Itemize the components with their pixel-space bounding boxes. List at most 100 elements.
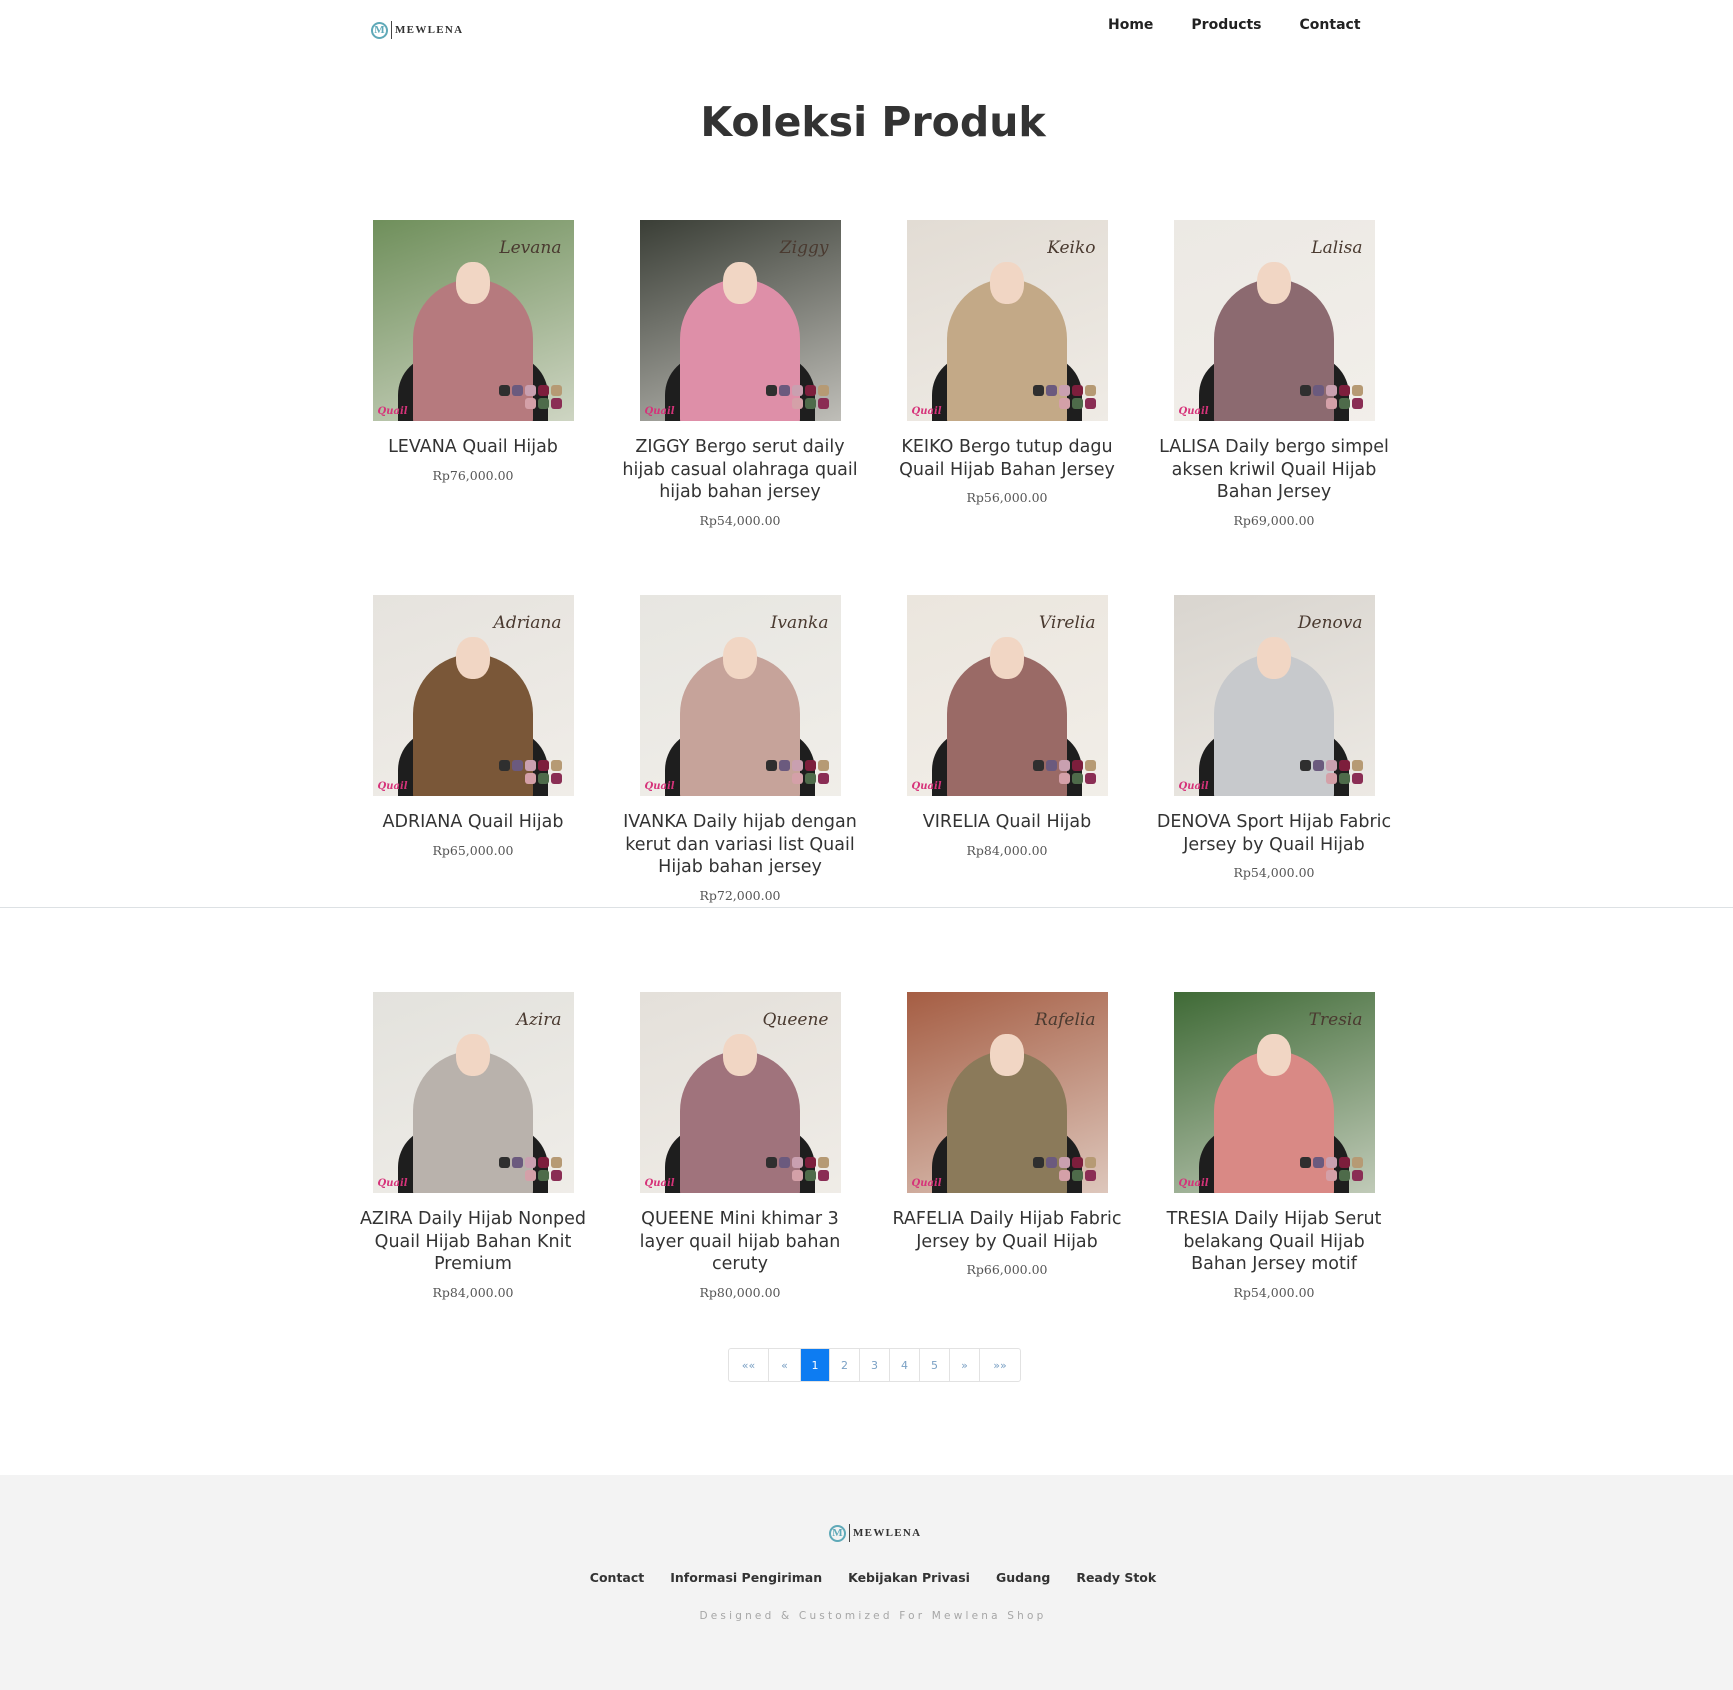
- product-name[interactable]: IVANKA Daily hijab dengan kerut dan vari…: [617, 811, 863, 879]
- brand-label: Quail: [377, 781, 408, 792]
- product-price: Rp84,000.00: [966, 842, 1048, 858]
- color-swatches: [757, 1157, 829, 1181]
- product-name[interactable]: LALISA Daily bergo simpel aksen kriwil Q…: [1151, 436, 1397, 504]
- product-name[interactable]: VIRELIA Quail Hijab: [884, 811, 1130, 834]
- brand-label: Quail: [1178, 781, 1209, 792]
- footer-link-contact[interactable]: Contact: [590, 1570, 644, 1585]
- product-image-label: Rafelia: [1034, 1010, 1096, 1030]
- footer-link-gudang[interactable]: Gudang: [996, 1570, 1050, 1585]
- brand-label: Quail: [911, 1178, 942, 1189]
- product-name[interactable]: ADRIANA Quail Hijab: [350, 811, 596, 834]
- product-image[interactable]: Denova Quail: [1173, 595, 1375, 796]
- product-card[interactable]: Adriana Quail ADRIANA Quail Hijab Rp65,000.…: [350, 595, 596, 858]
- product-name[interactable]: DENOVA Sport Hijab Fabric Jersey by Quai…: [1151, 811, 1397, 856]
- product-card[interactable]: Queene Quail QUEENE Mini khimar 3 layer qu…: [617, 992, 863, 1300]
- product-price: Rp72,000.00: [699, 887, 781, 903]
- logo-divider: [849, 1524, 850, 1542]
- product-card[interactable]: Levana Quail LEVANA Quail Hijab Rp76,000.00: [350, 220, 596, 483]
- product-image-label: Levana: [499, 238, 562, 258]
- product-image[interactable]: Keiko Quail: [906, 220, 1108, 421]
- product-image[interactable]: Queene Quail: [639, 992, 841, 1193]
- product-image-label: Denova: [1297, 613, 1363, 633]
- color-swatches: [1291, 385, 1363, 409]
- product-price: Rp65,000.00: [432, 842, 514, 858]
- product-image-label: Lalisa: [1311, 238, 1363, 258]
- color-swatches: [490, 385, 562, 409]
- product-card[interactable]: Tresia Quail TRESIA Daily Hijab Serut bela…: [1151, 992, 1397, 1300]
- page-2[interactable]: 2: [830, 1349, 860, 1381]
- product-image[interactable]: Adriana Quail: [372, 595, 574, 796]
- product-price: Rp56,000.00: [966, 490, 1048, 505]
- color-swatches: [1291, 760, 1363, 784]
- product-price: Rp80,000.00: [699, 1284, 781, 1300]
- product-card[interactable]: Lalisa Quail LALISA Daily bergo simpel aks…: [1151, 220, 1397, 528]
- color-swatches: [757, 760, 829, 784]
- prev-page-button[interactable]: «: [769, 1349, 801, 1381]
- product-image[interactable]: Rafelia Quail: [906, 992, 1108, 1193]
- page-1[interactable]: 1: [801, 1349, 830, 1381]
- last-page-button[interactable]: »»: [980, 1349, 1020, 1381]
- page-4[interactable]: 4: [890, 1349, 920, 1381]
- product-price: Rp69,000.00: [1233, 512, 1315, 528]
- first-page-button[interactable]: ««: [729, 1349, 769, 1381]
- product-card[interactable]: Ziggy Quail ZIGGY Bergo serut daily hijab …: [617, 220, 863, 528]
- brand-label: Quail: [1178, 406, 1209, 417]
- product-card[interactable]: Ivanka Quail IVANKA Daily hijab dengan ker…: [617, 595, 863, 903]
- footer-link-informasi-pengiriman[interactable]: Informasi Pengiriman: [670, 1570, 822, 1585]
- product-image-label: Tresia: [1308, 1010, 1363, 1030]
- product-name[interactable]: LEVANA Quail Hijab: [350, 436, 596, 459]
- product-image-label: Ivanka: [770, 613, 829, 633]
- footer-credit: Designed & Customized For Mewlena Shop: [699, 1610, 1047, 1622]
- product-image[interactable]: Ivanka Quail: [639, 595, 841, 796]
- product-image[interactable]: Azira Quail: [372, 992, 574, 1193]
- product-image[interactable]: Virelia Quail: [906, 595, 1108, 796]
- product-name[interactable]: TRESIA Daily Hijab Serut belakang Quail …: [1151, 1208, 1397, 1276]
- footer-links: Contact Informasi Pengiriman Kebijakan P…: [0, 1570, 1733, 1585]
- brand-label: Quail: [644, 781, 675, 792]
- next-page-button[interactable]: »: [950, 1349, 980, 1381]
- brand-label: Quail: [377, 406, 408, 417]
- product-card[interactable]: Rafelia Quail RAFELIA Daily Hijab Fabric J…: [884, 992, 1130, 1277]
- brand-label: Quail: [911, 406, 942, 417]
- color-swatches: [490, 760, 562, 784]
- page-3[interactable]: 3: [860, 1349, 890, 1381]
- brand-label: Quail: [377, 1178, 408, 1189]
- pagination: «« «1 2 3 4 5»»»: [728, 1348, 1021, 1382]
- product-image[interactable]: Tresia Quail: [1173, 992, 1375, 1193]
- brand-label: Quail: [644, 1178, 675, 1189]
- product-card[interactable]: Virelia Quail VIRELIA Quail Hijab Rp84,000.…: [884, 595, 1130, 858]
- color-swatches: [1024, 385, 1096, 409]
- color-swatches: [757, 385, 829, 409]
- product-image-label: Ziggy: [779, 238, 829, 258]
- brand-label: Quail: [644, 406, 675, 417]
- product-image-label: Adriana: [493, 613, 562, 633]
- product-price: Rp54,000.00: [699, 512, 781, 528]
- product-image[interactable]: Levana Quail: [372, 220, 574, 421]
- footer-link-ready-stok[interactable]: Ready Stok: [1076, 1570, 1156, 1585]
- product-name[interactable]: ZIGGY Bergo serut daily hijab casual ola…: [617, 436, 863, 504]
- product-name[interactable]: QUEENE Mini khimar 3 layer quail hijab b…: [617, 1208, 863, 1276]
- product-name[interactable]: RAFELIA Daily Hijab Fabric Jersey by Qua…: [884, 1208, 1130, 1253]
- product-image-label: Azira: [516, 1010, 562, 1030]
- section-divider: [0, 907, 1733, 908]
- product-image[interactable]: Ziggy Quail: [639, 220, 841, 421]
- product-price: Rp54,000.00: [1233, 1284, 1315, 1300]
- color-swatches: [1024, 1157, 1096, 1181]
- footer-link-kebijakan-privasi[interactable]: Kebijakan Privasi: [848, 1570, 970, 1585]
- brand-label: Quail: [911, 781, 942, 792]
- product-grid: Levana Quail LEVANA Quail Hijab Rp76,000.00…: [0, 0, 1733, 1340]
- product-card[interactable]: Azira Quail AZIRA Daily Hijab Nonped Quail…: [350, 992, 596, 1300]
- product-card[interactable]: Keiko Quail KEIKO Bergo tutup dagu Quail H…: [884, 220, 1130, 505]
- product-image[interactable]: Lalisa Quail: [1173, 220, 1375, 421]
- page-5[interactable]: 5: [920, 1349, 950, 1381]
- product-image-label: Virelia: [1038, 613, 1096, 633]
- product-card[interactable]: Denova Quail DENOVA Sport Hijab Fabric Jer…: [1151, 595, 1397, 880]
- product-price: Rp84,000.00: [432, 1284, 514, 1300]
- product-name[interactable]: KEIKO Bergo tutup dagu Quail Hijab Bahan…: [884, 436, 1130, 481]
- product-price: Rp66,000.00: [966, 1262, 1048, 1277]
- product-name[interactable]: AZIRA Daily Hijab Nonped Quail Hijab Bah…: [350, 1208, 596, 1276]
- footer-logo[interactable]: M MEWLENA: [829, 1524, 921, 1542]
- product-image-label: Queene: [762, 1010, 829, 1030]
- product-price: Rp54,000.00: [1233, 865, 1315, 880]
- site-footer: M MEWLENA Contact Informasi Pengiriman K…: [0, 1475, 1733, 1690]
